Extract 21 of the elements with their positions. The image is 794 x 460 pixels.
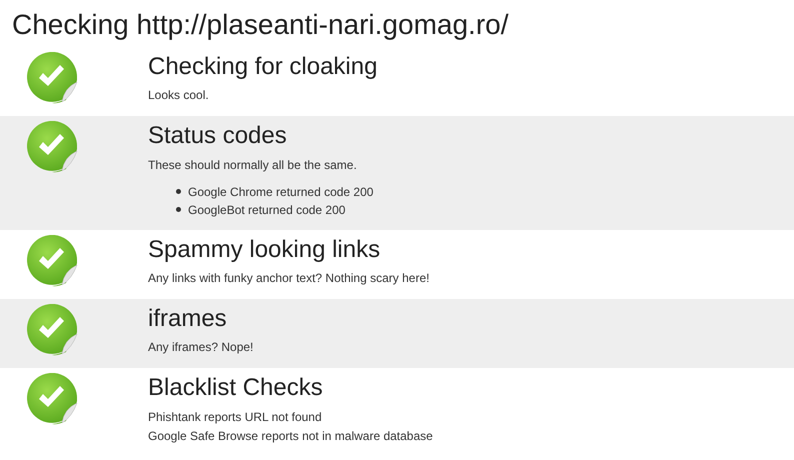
check-text: Looks cool.	[148, 87, 210, 104]
check-heading: Checking for cloaking	[148, 54, 378, 80]
check-text: Any iframes? Nope!	[148, 339, 254, 356]
bullet-icon	[176, 207, 181, 212]
check-text: Any links with funky anchor text? Nothing scary here!	[148, 270, 430, 287]
check-heading: Spammy looking links	[148, 236, 382, 263]
check-icon	[26, 304, 78, 356]
check-heading: Status codes	[148, 123, 288, 150]
check-icon	[26, 52, 78, 104]
check-heading: iframes	[148, 306, 228, 332]
page-title: Checking http://plaseanti-nari.gomag.ro/	[11, 8, 510, 42]
check-icon	[26, 373, 78, 426]
check-text: Google Safe Browse reports not in malware database	[148, 428, 433, 445]
check-icon	[26, 234, 78, 287]
bullet-icon	[176, 189, 181, 194]
check-heading: Blacklist Checks	[148, 375, 324, 402]
check-icon	[26, 121, 78, 174]
result-text: Google Chrome returned code 200	[188, 184, 374, 201]
check-text: These should normally all be the same.	[148, 156, 358, 174]
check-text: Phishtank reports URL not found	[148, 408, 323, 426]
result-text: GoogleBot returned code 200	[188, 202, 346, 219]
